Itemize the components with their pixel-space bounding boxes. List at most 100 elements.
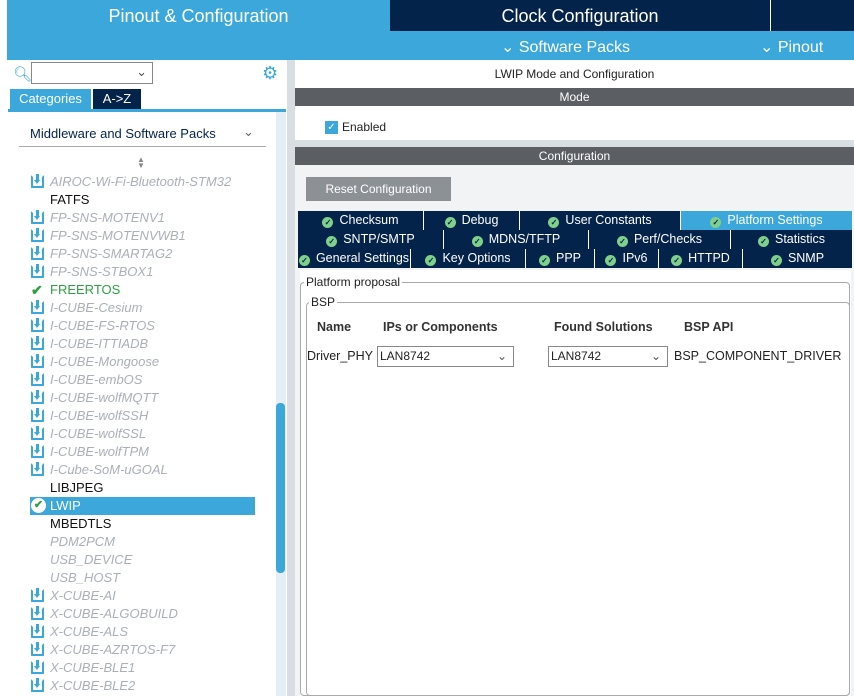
mode-header: Mode (295, 88, 854, 106)
list-item[interactable]: FP-SNS-MOTENVWB1 (30, 227, 255, 245)
list-item[interactable]: X-CUBE-ALS (30, 623, 255, 641)
search-input[interactable]: ⌄ (31, 62, 153, 84)
tab-statistics[interactable]: ✓ Statistics (731, 230, 853, 249)
list-item[interactable]: MBEDTLS (30, 515, 255, 533)
column-name: Name (317, 320, 352, 334)
list-item[interactable]: FP-SNS-STBOX1 (30, 263, 255, 281)
tab-clock-configuration[interactable]: Clock Configuration (390, 0, 770, 31)
list-item[interactable]: ✔ FREERTOS (30, 281, 255, 299)
secondary-toolbar: ⌄ Software Packs ⌄ Pinout (7, 31, 854, 60)
enabled-checkbox[interactable]: ✓ (325, 121, 338, 134)
software-packs-menu[interactable]: ⌄ Software Packs (501, 37, 630, 57)
list-item-label: I-CUBE-embOS (50, 372, 143, 387)
list-item[interactable]: I-CUBE-Cesium (30, 299, 255, 317)
tab-row: ✓ Checksum ✓ Debug ✓ User Constants ✓ Platform … (298, 211, 853, 230)
list-item[interactable]: I-CUBE-wolfMQTT (30, 389, 255, 407)
tab-categories[interactable]: Categories (10, 89, 91, 109)
list-item[interactable]: I-CUBE-wolfTPM (30, 443, 255, 461)
ip-component-select[interactable]: LAN8742 ⌄ (377, 346, 514, 367)
list-item[interactable]: X-CUBE-BLE2 (30, 677, 255, 695)
list-item-label: I-CUBE-wolfTPM (50, 444, 149, 459)
sort-icon[interactable]: ▲ ▼ (137, 156, 145, 170)
list-item[interactable]: X-CUBE-ALGOBUILD (30, 605, 255, 623)
tab-key-options[interactable]: ✓ Key Options (411, 249, 526, 268)
list-item[interactable]: I-CUBE-Mongoose (30, 353, 255, 371)
column-ips: IPs or Components (383, 320, 498, 334)
list-item[interactable]: I-CUBE-wolfSSH (30, 407, 255, 425)
tab-ppp[interactable]: ✓ PPP (526, 249, 595, 268)
tab-debug[interactable]: ✓ Debug (424, 211, 520, 230)
list-item[interactable]: USB_HOST (30, 569, 255, 587)
tab-mdns-tftp[interactable]: ✓ MDNS/TFTP (444, 230, 589, 249)
tab-extra[interactable] (771, 0, 854, 31)
tab-checksum[interactable]: ✓ Checksum (298, 211, 424, 230)
tab-label: MDNS/TFTP (488, 232, 561, 246)
download-icon (31, 678, 44, 692)
list-item-label: FP-SNS-MOTENVWB1 (50, 228, 186, 243)
tab-snmp[interactable]: ✓ SNMP (743, 249, 853, 268)
tab-row: ✓ SNTP/SMTP ✓ MDNS/TFTP ✓ Perf/Checks ✓ Statist… (298, 230, 853, 249)
download-icon (31, 642, 44, 656)
list-item-label: LIBJPEG (50, 480, 104, 495)
download-icon (31, 210, 44, 224)
list-item[interactable]: X-CUBE-BLE1 (30, 659, 255, 677)
download-icon (31, 660, 44, 674)
list-item[interactable]: X-CUBE-AZRTOS-F7 (30, 641, 255, 659)
ip-value: LAN8742 (380, 349, 431, 363)
tab-sntp-smtp[interactable]: ✓ SNTP/SMTP (298, 230, 444, 249)
gear-icon[interactable]: ⚙ (262, 63, 278, 84)
divider (8, 109, 286, 112)
list-item[interactable]: USB_DEVICE (30, 551, 255, 569)
list-item-label: FREERTOS (50, 282, 121, 297)
download-icon (31, 228, 44, 242)
list-item[interactable]: FATFS (30, 191, 255, 209)
tab-ipv6[interactable]: ✓ IPv6 (595, 249, 659, 268)
download-icon (31, 390, 44, 404)
found-solution-select[interactable]: LAN8742 ⌄ (548, 346, 668, 367)
list-item[interactable]: I-CUBE-wolfSSL (30, 425, 255, 443)
list-item[interactable]: I-Cube-SoM-uGOAL (30, 461, 255, 479)
check-circle-icon: ✓ (322, 217, 334, 228)
tab-label: General Settings (315, 251, 410, 265)
scrollbar-thumb[interactable] (276, 403, 285, 573)
list-item[interactable]: FP-SNS-SMARTAG2 (30, 245, 255, 263)
column-bsp-api: BSP API (684, 320, 734, 334)
download-icon (31, 408, 44, 422)
list-item[interactable]: ✔ LWIP (30, 497, 255, 515)
found-value: LAN8742 (551, 349, 602, 363)
reset-configuration-button[interactable]: Reset Configuration (306, 177, 451, 201)
list-item-label: FP-SNS-SMARTAG2 (50, 246, 173, 261)
tab-platform-settings[interactable]: ✓ Platform Settings (681, 211, 853, 230)
list-item[interactable]: I-CUBE-ITTIADB (30, 335, 255, 353)
download-icon (31, 246, 44, 260)
tab-user-constants[interactable]: ✓ User Constants (520, 211, 681, 230)
pinout-menu[interactable]: ⌄ Pinout (760, 37, 823, 57)
download-icon (31, 174, 44, 188)
check-icon: ✔ (31, 282, 43, 298)
list-item-label: X-CUBE-BLE2 (50, 678, 136, 693)
list-item[interactable]: I-CUBE-embOS (30, 371, 255, 389)
check-circle-icon: ✔ (31, 498, 46, 513)
list-item[interactable]: I-CUBE-FS-RTOS (30, 317, 255, 335)
list-item[interactable]: FP-SNS-MOTENV1 (30, 209, 255, 227)
download-icon (31, 588, 44, 602)
check-circle-icon: ✓ (757, 236, 769, 247)
tab-label: HTTPD (688, 251, 730, 265)
tab-pinout-configuration[interactable]: Pinout & Configuration (7, 0, 390, 31)
list-item[interactable]: X-CUBE-AI (30, 587, 255, 605)
divider (19, 146, 266, 147)
tab-a-z[interactable]: A->Z (93, 89, 141, 109)
list-item[interactable]: AIROC-Wi-Fi-Bluetooth-STM32 (30, 173, 255, 191)
tab-perf-checks[interactable]: ✓ Perf/Checks (589, 230, 731, 249)
list-item[interactable]: PDM2PCM (30, 533, 255, 551)
tab-label: Perf/Checks (633, 232, 703, 246)
tab-httpd[interactable]: ✓ HTTPD (659, 249, 743, 268)
category-select[interactable]: Middleware and Software Packs (30, 126, 216, 141)
splitter[interactable] (287, 60, 295, 696)
chevron-down-icon: ⌄ (136, 64, 147, 79)
tab-general-settings[interactable]: ✓ General Settings (298, 249, 411, 268)
chevron-down-icon[interactable]: ⌄ (243, 124, 254, 140)
search-icon[interactable]: 🔍︎ (13, 65, 32, 83)
list-item[interactable]: LIBJPEG (30, 479, 255, 497)
download-icon (31, 354, 44, 368)
